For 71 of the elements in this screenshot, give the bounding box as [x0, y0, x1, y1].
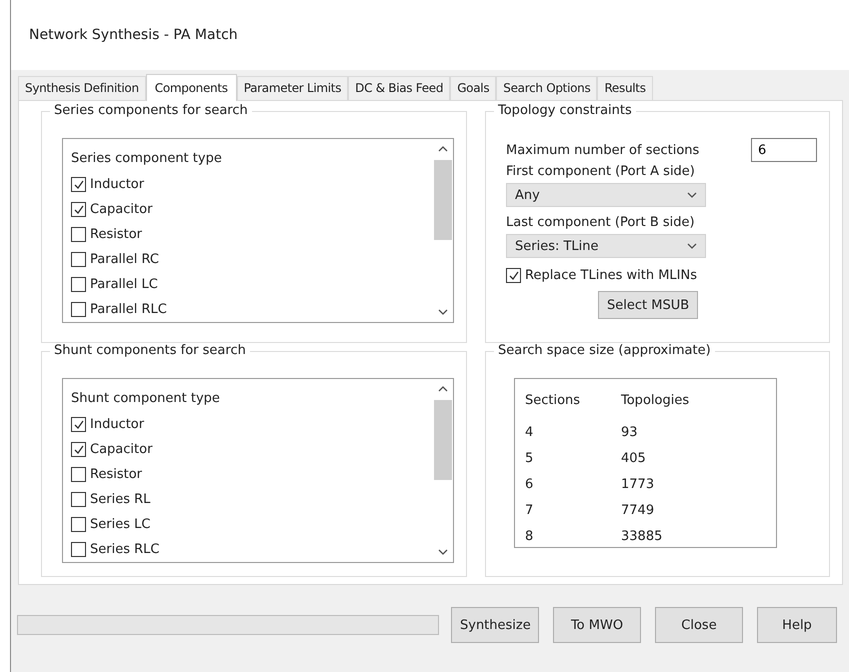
- sections-field[interactable]: 6: [751, 138, 817, 162]
- column-header: Shunt component type: [71, 391, 220, 406]
- select-msub-button[interactable]: Select MSUB: [598, 291, 698, 319]
- group-title: Search space size (approximate): [494, 343, 715, 358]
- dialog-button[interactable]: Synthesize: [451, 607, 539, 643]
- item-label: Parallel RC: [90, 252, 159, 267]
- tab[interactable]: Search Options: [496, 76, 598, 100]
- item-label: Parallel LC: [90, 277, 158, 292]
- dialog-button[interactable]: Help: [757, 607, 837, 643]
- table-cell-text: 1773: [621, 477, 656, 494]
- table-cell-text: 7749: [621, 503, 656, 520]
- checkbox[interactable]: [71, 277, 86, 292]
- item-label: Inductor: [90, 177, 144, 192]
- item-label: Series RL: [90, 492, 150, 507]
- group-title: Shunt components for search: [50, 343, 250, 358]
- table-cell-text: 33885: [621, 529, 664, 546]
- column-header: Topologies: [621, 393, 690, 410]
- item-label: Series LC: [90, 517, 150, 532]
- column-header: Series component type: [71, 151, 222, 166]
- tab[interactable]: Parameter Limits: [236, 76, 348, 100]
- field-label: First component (Port A side): [506, 164, 696, 179]
- item-label: Capacitor: [90, 202, 152, 217]
- table-cell-text: 7: [525, 503, 534, 520]
- checkbox[interactable]: [506, 268, 521, 283]
- dropdown[interactable]: Any: [506, 183, 706, 207]
- table-cell-text: 4: [525, 425, 534, 442]
- scroll-down-icon: [438, 309, 448, 316]
- group-title: Topology constraints: [494, 103, 636, 118]
- column-header: Sections: [525, 393, 582, 410]
- scroll-down-icon: [438, 549, 448, 556]
- item-label: Parallel RLC: [90, 302, 167, 317]
- tab[interactable]: Components: [146, 74, 237, 101]
- checkbox[interactable]: [71, 302, 86, 317]
- dialog-button[interactable]: Close: [655, 607, 743, 643]
- checkbox[interactable]: [71, 542, 86, 557]
- item-label: Capacitor: [90, 442, 152, 457]
- checkbox[interactable]: [71, 467, 86, 482]
- field-label: Last component (Port B side): [506, 215, 696, 230]
- checkbox[interactable]: [71, 202, 86, 217]
- checkbox-label: Replace TLines with MLINs: [525, 268, 697, 283]
- checkbox[interactable]: [71, 417, 86, 432]
- window-title: Network Synthesis - PA Match: [29, 27, 238, 43]
- scroll-thumb[interactable]: [434, 400, 452, 480]
- tab[interactable]: Synthesis Definition: [18, 76, 146, 100]
- checkbox[interactable]: [71, 517, 86, 532]
- table-cell-text: 6: [525, 477, 534, 494]
- checkbox[interactable]: [71, 227, 86, 242]
- item-label: Inductor: [90, 417, 144, 432]
- tab[interactable]: Goals: [450, 76, 496, 100]
- item-label: Resistor: [90, 227, 142, 242]
- field-label: Maximum number of sections: [506, 142, 700, 158]
- scroll-up-icon: [438, 385, 448, 392]
- item-label: Series RLC: [90, 542, 160, 557]
- chevron-down-icon: [687, 242, 697, 250]
- checkbox[interactable]: [71, 252, 86, 267]
- chevron-down-icon: [687, 192, 697, 198]
- scroll-up-icon: [438, 145, 448, 152]
- table-cell-text: 8: [525, 529, 534, 546]
- tab[interactable]: DC & Bias Feed: [348, 76, 450, 100]
- table-cell-text: 405: [621, 451, 647, 468]
- item-label: Resistor: [90, 467, 142, 482]
- dropdown[interactable]: Series: TLine: [506, 234, 706, 258]
- checkbox[interactable]: [71, 492, 86, 507]
- dialog-button[interactable]: To MWO: [553, 607, 641, 643]
- table-cell-text: 5: [525, 451, 534, 468]
- tab[interactable]: Results: [597, 76, 653, 100]
- table-cell-text: 93: [621, 425, 639, 442]
- group-title: Series components for search: [50, 103, 252, 118]
- checkbox[interactable]: [71, 177, 86, 192]
- checkbox[interactable]: [71, 442, 86, 457]
- scroll-thumb[interactable]: [434, 160, 452, 240]
